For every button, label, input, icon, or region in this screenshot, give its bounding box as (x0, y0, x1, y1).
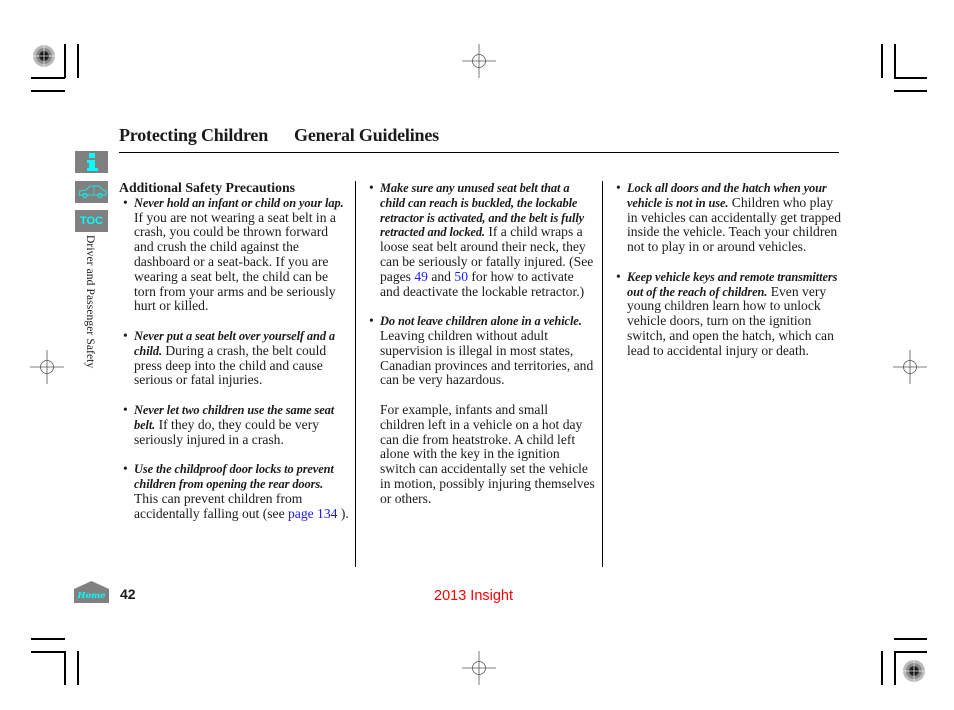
bullet-icon: • (616, 180, 621, 195)
item-lead: Do not leave children alone in a vehicle… (380, 314, 582, 329)
item-lead: Use the childproof door locks to prevent… (134, 462, 334, 491)
column-divider (355, 181, 356, 567)
list-item: • Do not leave children alone in a vehic… (365, 313, 595, 388)
section-heading: Additional Safety Precautions (119, 180, 296, 195)
toc-button[interactable]: TOC (75, 210, 108, 232)
item-text: and (427, 268, 455, 284)
column-divider (602, 181, 603, 567)
bullet-icon: • (369, 180, 374, 195)
bullet-icon: • (123, 327, 128, 343)
item-body: Leaving children without adult supervisi… (380, 327, 594, 388)
home-icon: Home (74, 581, 109, 603)
list-item: • Keep vehicle keys and remote transmitt… (612, 268, 842, 359)
list-item: • Never let two children use the same se… (119, 401, 349, 447)
home-button[interactable]: Home (74, 581, 109, 608)
list-item: • Never hold an infant or child on your … (119, 194, 349, 314)
item-body: This can prevent children from accidenta… (134, 490, 303, 521)
bullet-icon: • (616, 268, 621, 284)
bullet-icon: • (123, 401, 128, 417)
right-column: • Lock all doors and the hatch when your… (612, 180, 842, 359)
list-item: • Never put a seat belt over yourself an… (119, 327, 349, 388)
bullet-icon: • (369, 313, 374, 329)
item-body: If you are not wearing a seat belt in a … (134, 209, 336, 314)
registration-target-icon (903, 660, 925, 682)
page-134-link[interactable]: page 134 (288, 506, 337, 521)
list-item: • Make sure any unused seat belt that a … (365, 180, 595, 299)
section-title: Protecting Children (119, 125, 269, 145)
page-49-link[interactable]: 49 (414, 269, 428, 284)
crosshair-icon (30, 350, 64, 384)
item-tail: ). (337, 505, 349, 521)
toc-label: TOC (79, 215, 104, 227)
list-item: • Use the childproof door locks to preve… (119, 461, 349, 521)
subsection-title: General Guidelines (294, 125, 439, 145)
document-title: 2013 Insight (434, 588, 514, 604)
crosshair-icon (462, 651, 496, 685)
info-icon (86, 153, 98, 171)
bullet-icon: • (123, 461, 128, 477)
page-number: 42 (120, 586, 136, 602)
crosshair-icon (893, 350, 927, 384)
page-title: Protecting Children General Guidelines (119, 125, 465, 146)
home-label: Home (76, 591, 106, 601)
list-item: • Lock all doors and the hatch when your… (612, 180, 842, 255)
left-column: Additional Safety Precautions • Never ho… (119, 180, 349, 521)
item-body: If they do, they could be very seriously… (134, 416, 320, 447)
registration-target-icon (33, 45, 55, 67)
middle-column: • Make sure any unused seat belt that a … (365, 180, 595, 507)
paragraph: For example, infants and small children … (380, 401, 595, 506)
item-body: During a crash, the belt could press dee… (134, 342, 327, 388)
car-icon (77, 185, 106, 199)
info-button[interactable] (75, 151, 108, 173)
title-divider (119, 152, 839, 153)
item-lead: Never hold an infant or child on your la… (134, 195, 344, 210)
chapter-side-label: Driver and Passenger Safety (84, 235, 96, 369)
bullet-icon: • (123, 194, 128, 210)
vehicle-index-button[interactable] (75, 181, 108, 203)
crosshair-icon (462, 44, 496, 78)
page-50-link[interactable]: 50 (454, 269, 468, 284)
